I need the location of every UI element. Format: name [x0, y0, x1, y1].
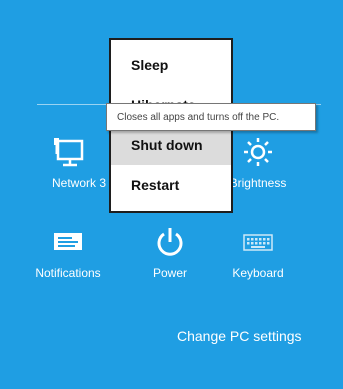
change-pc-settings-link[interactable]: Change PC settings: [177, 327, 302, 345]
network-label: Network 3: [52, 176, 107, 190]
menu-item-sleep[interactable]: Sleep: [111, 45, 231, 85]
notifications-label: Notifications: [35, 266, 101, 280]
shut-down-tooltip: Closes all apps and turns off the PC.: [106, 103, 316, 131]
notifications-icon: [54, 233, 82, 250]
notifications-tile[interactable]: Notifications: [21, 226, 115, 280]
keyboard-label: Keyboard: [232, 266, 284, 280]
menu-item-restart[interactable]: Restart: [111, 165, 231, 205]
network-tile[interactable]: Network 3: [28, 136, 122, 190]
network-icon: [54, 138, 84, 167]
power-label: Power: [152, 266, 187, 280]
brightness-sun-icon: [244, 138, 272, 166]
power-icon: [157, 228, 183, 256]
keyboard-icon: [243, 234, 273, 251]
power-tile[interactable]: Power: [123, 226, 217, 280]
keyboard-tile[interactable]: Keyboard: [211, 226, 305, 280]
